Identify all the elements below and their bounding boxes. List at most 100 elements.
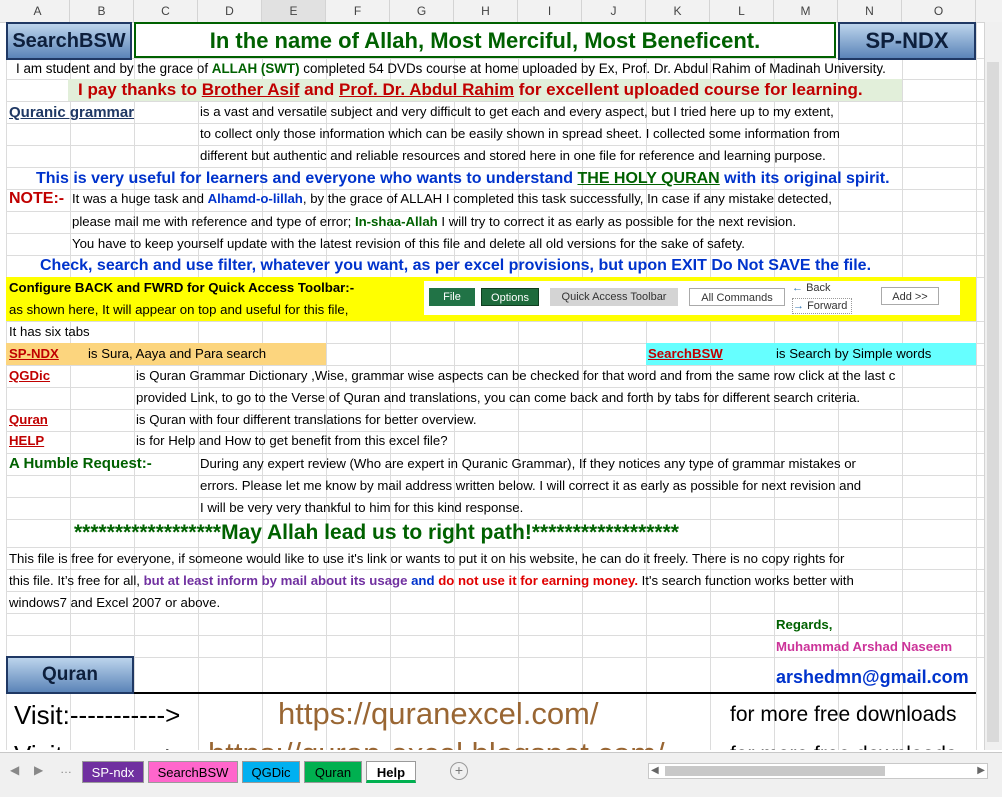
column-header-b[interactable]: B: [70, 0, 134, 22]
request-line-2: errors. Please let me know by mail addre…: [200, 478, 862, 493]
qgdic-line-2: provided Link, to go to the Verse of Qur…: [136, 390, 861, 405]
regards-text: Regards,: [776, 617, 833, 632]
note-l2c: I will try to correct it as early as pos…: [437, 214, 797, 229]
tab-help[interactable]: Help: [366, 761, 416, 783]
free-and: and: [407, 573, 439, 588]
column-header-d[interactable]: D: [198, 0, 262, 22]
useful-text: This is very useful for learners and eve…: [36, 169, 890, 189]
grid-line-horizontal: [6, 613, 1002, 614]
note-label: NOTE:-: [9, 190, 65, 207]
spndx-link[interactable]: SP-NDX: [9, 344, 59, 364]
visit-url-2[interactable]: https://quran-excel.blogspot.com/: [208, 736, 665, 750]
quran-desc: is Quran with four different translation…: [136, 412, 477, 427]
searchbsw-nav-button[interactable]: SearchBSW: [6, 22, 132, 60]
column-header-k[interactable]: K: [646, 0, 710, 22]
visit-row-2-clip: Visit:-----------> https://quran-excel.b…: [6, 734, 976, 750]
intro-a: I am student and by the grace of: [16, 61, 212, 76]
qgdic-link[interactable]: QGDic: [9, 366, 50, 386]
intro-allah: ALLAH (SWT): [211, 61, 300, 76]
column-header-m[interactable]: M: [774, 0, 838, 22]
useful-holy-quran: THE HOLY QURAN: [577, 170, 720, 187]
column-header-a[interactable]: A: [6, 0, 70, 22]
back-command[interactable]: ← Back: [792, 281, 831, 295]
free-no-money: do not use it for earning money.: [438, 573, 638, 588]
quran-nav-button[interactable]: Quran: [6, 656, 134, 694]
visit-label-2: Visit:----------->: [14, 738, 180, 750]
file-tab-button[interactable]: File: [429, 288, 475, 306]
note-alhamd: Alhamd-o-lillah: [207, 191, 303, 206]
useful-a: This is very useful for learners and eve…: [36, 170, 578, 187]
column-header-i[interactable]: I: [518, 0, 582, 22]
tab-sp-ndx[interactable]: SP-ndx: [82, 761, 144, 783]
tab-qgdic[interactable]: QGDic: [242, 761, 300, 783]
spndx-desc: is Sura, Aaya and Para search: [88, 346, 267, 361]
email-address[interactable]: arshedmn@gmail.com: [776, 665, 969, 689]
add-button[interactable]: Add >>: [881, 287, 939, 305]
sheet-tabs-bar: ◀ ▶ … SP-ndx SearchBSW QGDic Quran Help …: [0, 752, 1002, 797]
grammar-line-2: to collect only those information which …: [200, 126, 840, 141]
thanks-prof: Prof. Dr. Abdul Rahim: [339, 80, 515, 99]
free-l2a: this file. It’s free for all,: [9, 573, 144, 588]
tab-scroll-left-icon[interactable]: ◀: [10, 763, 19, 777]
h-scroll-right-icon[interactable]: ▶: [977, 764, 985, 778]
tab-quran[interactable]: Quran: [304, 761, 362, 783]
horizontal-scrollbar[interactable]: ◀ ▶: [648, 763, 988, 779]
options-button[interactable]: Options: [481, 288, 539, 306]
grid-line-vertical: [6, 22, 7, 750]
thanks-e: for excellent uploaded course for learni…: [514, 80, 863, 99]
free-l2e: It's search function works better with: [637, 573, 854, 588]
grid-line-vertical: [70, 22, 71, 750]
author-name: Muhammad Arshad Naseem: [776, 639, 953, 654]
column-header-n[interactable]: N: [838, 0, 902, 22]
check-text: Check, search and use filter, whatever y…: [40, 257, 872, 274]
quick-access-toolbar-button[interactable]: Quick Access Toolbar: [550, 288, 678, 306]
column-header-o[interactable]: O: [902, 0, 976, 22]
select-all-corner[interactable]: [0, 0, 6, 22]
tab-more-icon[interactable]: …: [60, 762, 72, 776]
quran-link[interactable]: Quran: [9, 410, 48, 430]
thanks-text: I pay thanks to Brother Asif and Prof. D…: [78, 80, 863, 100]
page-title: In the name of Allah, Most Merciful, Mos…: [209, 28, 761, 53]
column-header-l[interactable]: L: [710, 0, 774, 22]
column-header-h[interactable]: H: [454, 0, 518, 22]
free-line-2: this file. It’s free for all, but at lea…: [9, 571, 854, 591]
grid-line-vertical: [134, 22, 135, 750]
note-l2a: please mail me with reference and type o…: [72, 214, 355, 229]
column-header-e[interactable]: E: [262, 0, 326, 22]
help-link[interactable]: HELP: [9, 431, 44, 451]
visit-url-1[interactable]: https://quranexcel.com/: [278, 696, 599, 732]
free-line-3: windows7 and Excel 2007 or above.: [9, 595, 221, 610]
note-l1a: It was a huge task and: [72, 191, 208, 206]
request-line-3: I will be very very thankful to him for …: [200, 500, 524, 515]
free-inform: but at least inform by mail about its us…: [143, 573, 408, 588]
tab-scroll-right-icon[interactable]: ▶: [34, 763, 43, 777]
all-commands-select[interactable]: All Commands: [689, 288, 785, 306]
column-header-g[interactable]: G: [390, 0, 454, 22]
h-scroll-left-icon[interactable]: ◀: [651, 764, 659, 778]
add-sheet-icon[interactable]: +: [450, 762, 468, 780]
note-inshaallah: In-shaa-Allah: [354, 214, 438, 229]
sp-ndx-nav-button[interactable]: SP-NDX: [838, 22, 976, 60]
grid-line-horizontal: [6, 167, 1002, 168]
grid-line-horizontal: [6, 569, 1002, 570]
grid-line-horizontal: [6, 591, 1002, 592]
tab-searchbsw[interactable]: SearchBSW: [148, 761, 238, 783]
quran-button-underline: [134, 692, 976, 694]
column-header-j[interactable]: J: [582, 0, 646, 22]
column-header-c[interactable]: C: [134, 0, 198, 22]
visit-label-1: Visit:----------->: [14, 700, 181, 730]
h-scroll-thumb[interactable]: [665, 766, 885, 776]
forward-command[interactable]: → Forward: [792, 298, 853, 314]
request-line-1: During any expert review (Who are expert…: [200, 456, 856, 471]
column-header-f[interactable]: F: [326, 0, 390, 22]
prayer-text: ******************May Allah lead us to r…: [74, 521, 679, 544]
grid-line-vertical: [976, 22, 977, 750]
worksheet: SearchBSW In the name of Allah, Most Mer…: [0, 22, 1002, 750]
forward-label: Forward: [807, 300, 848, 312]
searchbsw-link[interactable]: SearchBSW: [648, 344, 723, 364]
grid-line-horizontal: [6, 635, 1002, 636]
vertical-scroll-thumb[interactable]: [987, 62, 999, 742]
page-title-banner: In the name of Allah, Most Merciful, Mos…: [134, 22, 836, 58]
qgdic-line-1: is Quran Grammar Dictionary ,Wise, gramm…: [136, 368, 896, 383]
free-line-1: This file is free for everyone, if someo…: [9, 551, 845, 566]
